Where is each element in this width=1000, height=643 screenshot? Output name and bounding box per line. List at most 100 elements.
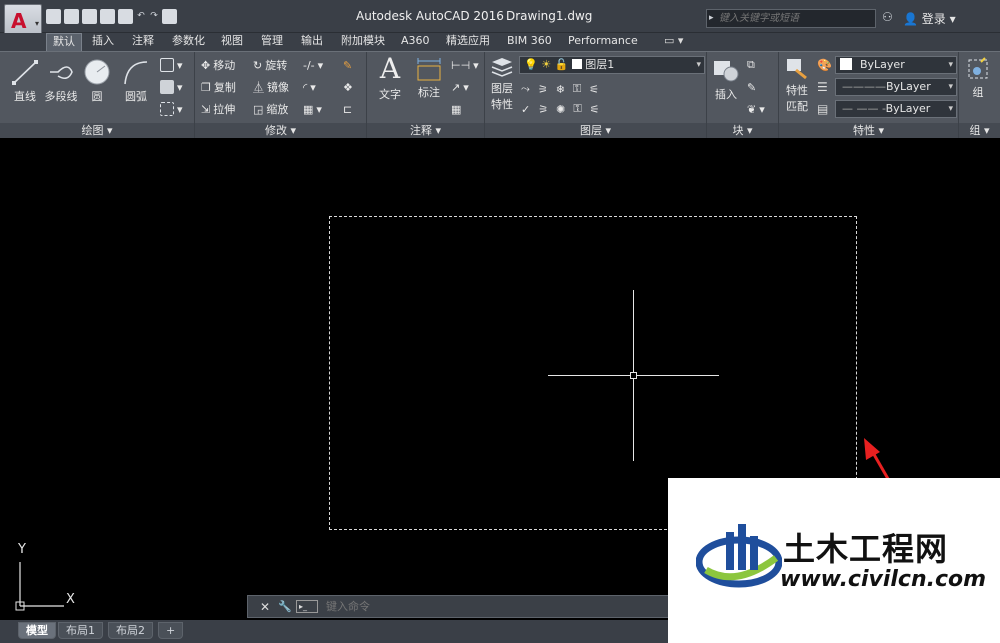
- line-button[interactable]: 直线: [8, 58, 42, 104]
- offset-button[interactable]: ⊏: [343, 100, 352, 118]
- block-panel-footer[interactable]: 块 ▾: [707, 123, 778, 138]
- make-current-icon[interactable]: ✓: [521, 103, 530, 116]
- color-dropdown[interactable]: ByLayer: [835, 56, 957, 74]
- group-button[interactable]: 组: [963, 56, 993, 100]
- copy-button[interactable]: ❐ 复制: [201, 78, 236, 96]
- fillet-button[interactable]: ◜ ▾: [303, 78, 316, 96]
- annotation-panel-footer[interactable]: 注释 ▾: [367, 123, 484, 138]
- tab-featured-apps[interactable]: 精选应用: [440, 33, 496, 51]
- copy-icon: ❐: [201, 80, 211, 94]
- draw-panel-footer[interactable]: 绘图 ▾: [0, 123, 194, 138]
- block-attributes-button[interactable]: ❦ ▾: [747, 100, 765, 118]
- layer-properties-button[interactable]: 图层 特性: [487, 56, 517, 112]
- mirror-button[interactable]: ⏅ 镜像: [253, 78, 289, 96]
- edit-block-button[interactable]: ✎: [747, 78, 756, 96]
- dimension-button[interactable]: 标注: [411, 56, 447, 100]
- tab-layout1[interactable]: 布局1: [58, 622, 103, 639]
- save-as-icon[interactable]: [100, 9, 115, 24]
- open-file-icon[interactable]: [64, 9, 79, 24]
- tab-insert[interactable]: 插入: [86, 33, 120, 51]
- text-button[interactable]: A 文字: [371, 54, 409, 102]
- move-button[interactable]: ✥ 移动: [201, 56, 235, 74]
- redo-icon[interactable]: ↷: [149, 9, 159, 24]
- match-properties-button[interactable]: 特性 匹配: [781, 56, 813, 114]
- table-button[interactable]: ▦: [451, 100, 461, 118]
- polyline-button[interactable]: 多段线: [44, 58, 78, 104]
- create-block-button[interactable]: ⧉: [747, 56, 755, 74]
- tab-addins[interactable]: 附加模块: [335, 33, 391, 51]
- save-icon[interactable]: [82, 9, 97, 24]
- tab-annotate[interactable]: 注释: [126, 33, 160, 51]
- tab-a360[interactable]: A360: [395, 33, 436, 51]
- rotate-button[interactable]: ↻ 旋转: [253, 56, 287, 74]
- array-button[interactable]: ▦ ▾: [303, 100, 322, 118]
- tab-parametric[interactable]: 参数化: [166, 33, 211, 51]
- close-icon[interactable]: ✕: [260, 600, 270, 614]
- tab-home[interactable]: 默认: [46, 33, 82, 51]
- insert-block-button[interactable]: 插入: [709, 56, 743, 102]
- new-file-icon[interactable]: [46, 9, 61, 24]
- boundary-tool[interactable]: ▾: [160, 100, 183, 118]
- group-label: 组: [972, 86, 984, 99]
- layer-merge-icon[interactable]: ⚟: [590, 103, 600, 116]
- ribbon-minimize-icon[interactable]: ▭ ▾: [658, 33, 689, 51]
- linear-dimension-button[interactable]: ⊢⊣ ▾: [451, 56, 479, 74]
- trim-button[interactable]: -/- ▾: [303, 56, 323, 74]
- layer-isolate-icon[interactable]: ⚞: [538, 83, 548, 96]
- arc-button[interactable]: 圆弧: [118, 58, 154, 104]
- layer-off-icon[interactable]: ⤳: [521, 82, 530, 96]
- layer-thaw-icon[interactable]: ✺: [556, 103, 565, 116]
- leader-button[interactable]: ↗ ▾: [451, 78, 469, 96]
- circle-label: 圆: [91, 90, 103, 103]
- tab-manage[interactable]: 管理: [255, 33, 289, 51]
- erase-button[interactable]: ✎: [343, 56, 352, 74]
- application-menu-button[interactable]: A ▾: [4, 4, 42, 36]
- modify-panel-footer[interactable]: 修改 ▾: [195, 123, 366, 138]
- layers-panel-footer[interactable]: 图层 ▾: [485, 123, 706, 138]
- hatch-tool[interactable]: ▾: [160, 78, 183, 96]
- autocad-logo-icon: A: [11, 9, 27, 33]
- tab-performance[interactable]: Performance: [562, 33, 644, 51]
- text-icon: A: [379, 52, 401, 85]
- tab-model[interactable]: 模型: [18, 622, 56, 639]
- wrench-icon[interactable]: 🔧: [278, 600, 292, 613]
- properties-panel: 特性 匹配 🎨 ☰ ▤ ByLayer ————ByLayer — —— -By…: [779, 52, 959, 138]
- stretch-button[interactable]: ⇲ 拉伸: [201, 100, 235, 118]
- qat-dropdown-icon[interactable]: [162, 9, 177, 24]
- tab-layout2[interactable]: 布局2: [108, 622, 153, 639]
- layer-match-icon[interactable]: ⚟: [589, 83, 599, 96]
- insert-block-icon: [714, 61, 739, 82]
- tab-view[interactable]: 视图: [215, 33, 249, 51]
- print-icon[interactable]: [118, 9, 133, 24]
- properties-panel-footer[interactable]: 特性 ▾: [779, 123, 958, 138]
- polyline-icon: [50, 66, 73, 80]
- layer-dropdown[interactable]: 💡 ☀ 🔓 图层1: [519, 56, 705, 74]
- offset-icon: ⊏: [343, 102, 353, 116]
- add-layout-button[interactable]: +: [158, 622, 184, 639]
- rectangle-icon: [160, 58, 174, 72]
- layer-freeze-icon[interactable]: ❄: [556, 83, 565, 96]
- linetype-dropdown[interactable]: ————ByLayer: [835, 78, 957, 96]
- tab-bim360[interactable]: BIM 360: [501, 33, 558, 51]
- help-search-box[interactable]: [706, 9, 876, 28]
- rectangle-tool[interactable]: ▾: [160, 56, 183, 74]
- mirror-label: 镜像: [267, 81, 289, 94]
- sign-in-button[interactable]: 👤 登录 ▾: [903, 10, 956, 27]
- layer-unlock-icon[interactable]: ⚿: [573, 102, 581, 116]
- match-properties-label-1: 特性: [786, 84, 808, 97]
- groups-panel-footer[interactable]: 组 ▾: [959, 123, 1000, 138]
- command-history-icon[interactable]: ▸_: [296, 600, 318, 613]
- command-input[interactable]: [326, 598, 656, 615]
- linear-dimension-icon: ⊢⊣: [451, 58, 471, 72]
- binoculars-icon[interactable]: ⚇: [882, 10, 893, 24]
- layer-walk-icon[interactable]: ⚞: [538, 103, 548, 116]
- layer-lock-icon[interactable]: ⚿: [573, 82, 581, 96]
- undo-icon[interactable]: ↶: [136, 9, 146, 24]
- lineweight-dropdown[interactable]: — —— -ByLayer: [835, 100, 957, 118]
- scale-button[interactable]: ◲ 缩放: [253, 100, 288, 118]
- draw-panel: 直线 多段线 圆 圆弧 ▾ ▾ ▾ 绘图 ▾: [0, 52, 195, 138]
- help-search-input[interactable]: [707, 10, 875, 27]
- circle-button[interactable]: 圆: [82, 58, 112, 104]
- explode-button[interactable]: ❖: [343, 78, 353, 96]
- tab-output[interactable]: 输出: [295, 33, 329, 51]
